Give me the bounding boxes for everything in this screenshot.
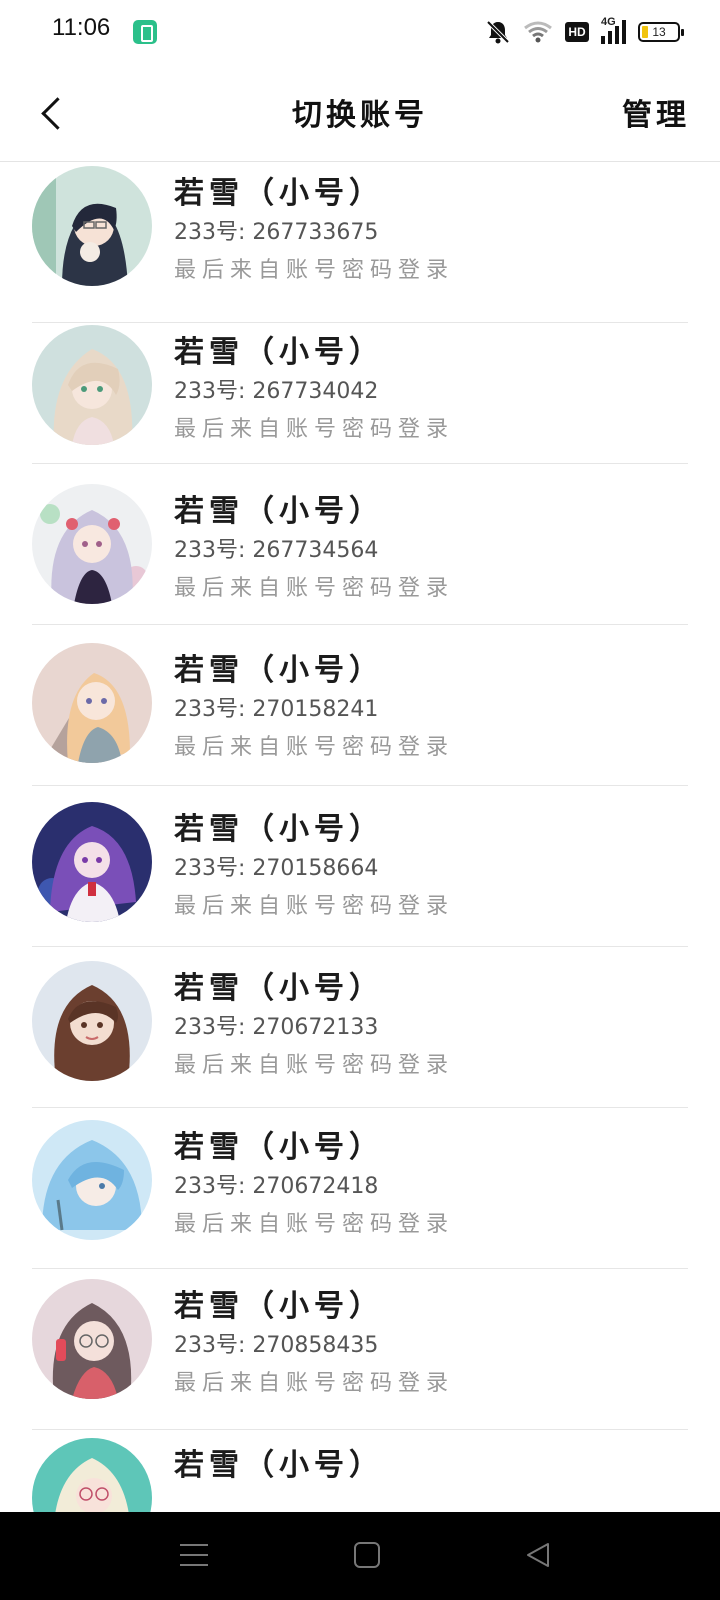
account-name: 若雪（小号）: [174, 971, 384, 1006]
avatar: [32, 1279, 152, 1399]
account-name: 若雪（小号）: [174, 1130, 384, 1165]
account-name: 若雪（小号）: [174, 653, 384, 688]
page-title: 切换账号: [292, 98, 428, 133]
avatar: [32, 961, 152, 1081]
hd-icon: HD: [565, 22, 589, 42]
account-login-note: 最后来自账号密码登录: [174, 1212, 455, 1237]
account-name: 若雪（小号）: [174, 494, 384, 529]
account-name: 若雪（小号）: [174, 1448, 384, 1483]
account-item[interactable]: 若雪（小号） 233号: 270672133 最后来自账号密码登录: [0, 947, 720, 1108]
status-icons: HD 4G 13: [485, 14, 684, 50]
battery-saver-icon: [133, 20, 157, 44]
avatar: [32, 1120, 152, 1240]
menu-icon[interactable]: [180, 1542, 208, 1568]
account-item[interactable]: 若雪（小号） 233号: 270858435 最后来自账号密码登录: [0, 1269, 720, 1430]
account-item[interactable]: 若雪（小号）: [0, 1430, 720, 1512]
account-login-note: 最后来自账号密码登录: [174, 735, 455, 760]
account-name: 若雪（小号）: [174, 176, 384, 211]
account-login-note: 最后来自账号密码登录: [174, 258, 455, 283]
bell-off-icon: [485, 19, 511, 45]
account-item[interactable]: 若雪（小号） 233号: 270158241 最后来自账号密码登录: [0, 625, 720, 786]
avatar: [32, 325, 152, 445]
account-id: 233号: 267734042: [174, 379, 379, 404]
account-item[interactable]: 若雪（小号） 233号: 270672418 最后来自账号密码登录: [0, 1108, 720, 1269]
triangle-back-icon[interactable]: [524, 1540, 554, 1570]
account-id: 233号: 267734564: [174, 538, 379, 563]
wifi-icon: [523, 20, 553, 44]
account-name: 若雪（小号）: [174, 1289, 384, 1324]
account-id: 233号: 267733675: [174, 220, 379, 245]
system-nav-bar: [0, 1512, 720, 1600]
account-login-note: 最后来自账号密码登录: [174, 576, 455, 601]
account-login-note: 最后来自账号密码登录: [174, 894, 455, 919]
account-item[interactable]: 若雪（小号） 233号: 267734042 最后来自账号密码登录: [0, 303, 720, 464]
avatar: [32, 166, 152, 286]
status-time: 11:06: [52, 14, 111, 41]
account-item[interactable]: 若雪（小号） 233号: 267733675 最后来自账号密码登录: [0, 162, 720, 323]
header: 切换账号 管理: [0, 64, 720, 162]
battery-level: 13: [652, 25, 666, 39]
avatar: [32, 643, 152, 763]
avatar: [32, 484, 152, 604]
account-id: 233号: 270858435: [174, 1333, 379, 1358]
battery-icon: 13: [638, 22, 684, 42]
manage-button[interactable]: 管理: [622, 90, 690, 134]
signal-icon: 4G: [601, 16, 626, 44]
avatar: [32, 802, 152, 922]
home-square-icon[interactable]: [354, 1542, 380, 1568]
account-id: 233号: 270158664: [174, 856, 379, 881]
account-list: 若雪（小号） 233号: 267733675 最后来自账号密码登录 若雪（小号）…: [0, 162, 720, 1512]
account-login-note: 最后来自账号密码登录: [174, 417, 455, 442]
account-id: 233号: 270672133: [174, 1015, 379, 1040]
account-login-note: 最后来自账号密码登录: [174, 1371, 455, 1396]
account-item[interactable]: 若雪（小号） 233号: 267734564 最后来自账号密码登录: [0, 464, 720, 625]
account-id: 233号: 270158241: [174, 697, 379, 722]
avatar: [32, 1438, 152, 1512]
account-login-note: 最后来自账号密码登录: [174, 1053, 455, 1078]
account-item[interactable]: 若雪（小号） 233号: 270158664 最后来自账号密码登录: [0, 786, 720, 947]
account-id: 233号: 270672418: [174, 1174, 379, 1199]
status-bar: 11:06 HD 4G 13: [0, 0, 720, 64]
account-name: 若雪（小号）: [174, 335, 384, 370]
account-name: 若雪（小号）: [174, 812, 384, 847]
